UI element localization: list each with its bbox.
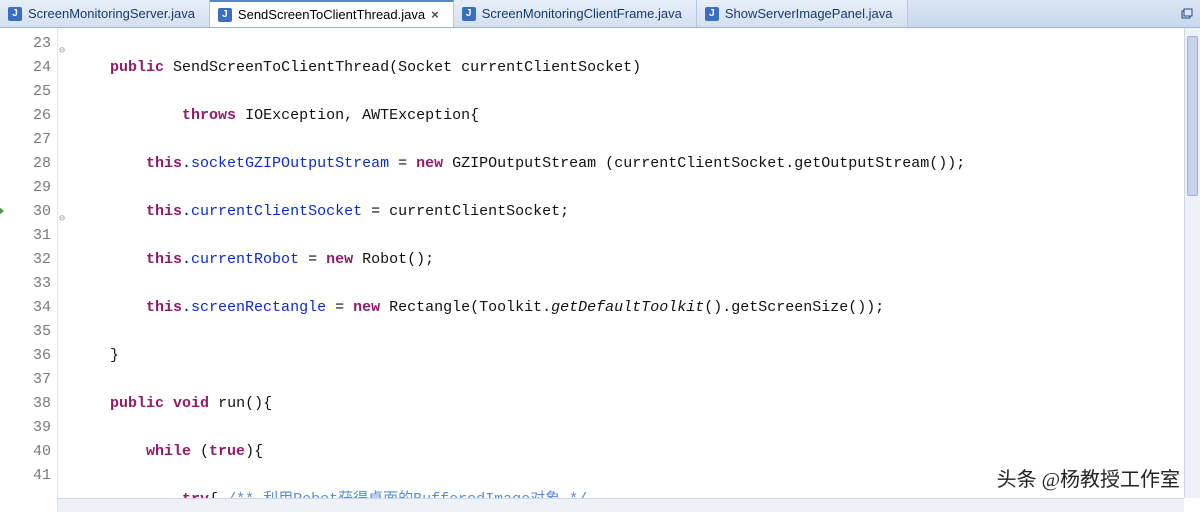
override-marker-icon[interactable] (0, 206, 4, 216)
tab-file-2[interactable]: J ScreenMonitoringClientFrame.java (454, 0, 697, 27)
line-number: 39 (0, 416, 51, 440)
restore-icon[interactable] (1180, 7, 1194, 21)
tab-label: SendScreenToClientThread.java (238, 7, 425, 22)
close-icon[interactable]: × (431, 7, 439, 22)
scrollbar-thumb[interactable] (1187, 36, 1198, 196)
code-area[interactable]: public SendScreenToClientThread(Socket c… (58, 28, 1200, 512)
line-number: 33 (0, 272, 51, 296)
line-number: 29 (0, 176, 51, 200)
line-number: 24 (0, 56, 51, 80)
line-number: 26 (0, 104, 51, 128)
editor-tabbar: J ScreenMonitoringServer.java J SendScre… (0, 0, 1200, 28)
java-file-icon: J (8, 7, 22, 21)
watermark-text: 头条 @杨教授工作室 (993, 461, 1184, 494)
horizontal-scrollbar[interactable] (58, 498, 1184, 512)
line-number: 34 (0, 296, 51, 320)
tab-file-1[interactable]: J SendScreenToClientThread.java × (210, 0, 454, 27)
line-number: 40 (0, 440, 51, 464)
line-number: 32 (0, 248, 51, 272)
vertical-scrollbar[interactable] (1184, 28, 1200, 498)
line-number: 23⊖ (0, 32, 51, 56)
line-number: 27 (0, 128, 51, 152)
java-file-icon: J (462, 7, 476, 21)
line-number: 38 (0, 392, 51, 416)
tab-label: ScreenMonitoringServer.java (28, 6, 195, 21)
line-number: 25 (0, 80, 51, 104)
tab-file-0[interactable]: J ScreenMonitoringServer.java (0, 0, 210, 27)
tabbar-right-controls (1174, 0, 1200, 27)
code-editor: 23⊖ 24 25 26 27 28 29 30⊖ 31 32 33 34 35… (0, 28, 1200, 512)
tab-label: ShowServerImagePanel.java (725, 6, 893, 21)
line-number-gutter: 23⊖ 24 25 26 27 28 29 30⊖ 31 32 33 34 35… (0, 28, 58, 512)
line-number: 31 (0, 224, 51, 248)
line-number: 28 (0, 152, 51, 176)
line-number: 37 (0, 368, 51, 392)
line-number: 41 (0, 464, 51, 488)
line-number: 30⊖ (0, 200, 51, 224)
tab-label: ScreenMonitoringClientFrame.java (482, 6, 682, 21)
line-number: 35 (0, 320, 51, 344)
line-number: 36 (0, 344, 51, 368)
java-file-icon: J (218, 8, 232, 22)
java-file-icon: J (705, 7, 719, 21)
tab-file-3[interactable]: J ShowServerImagePanel.java (697, 0, 908, 27)
